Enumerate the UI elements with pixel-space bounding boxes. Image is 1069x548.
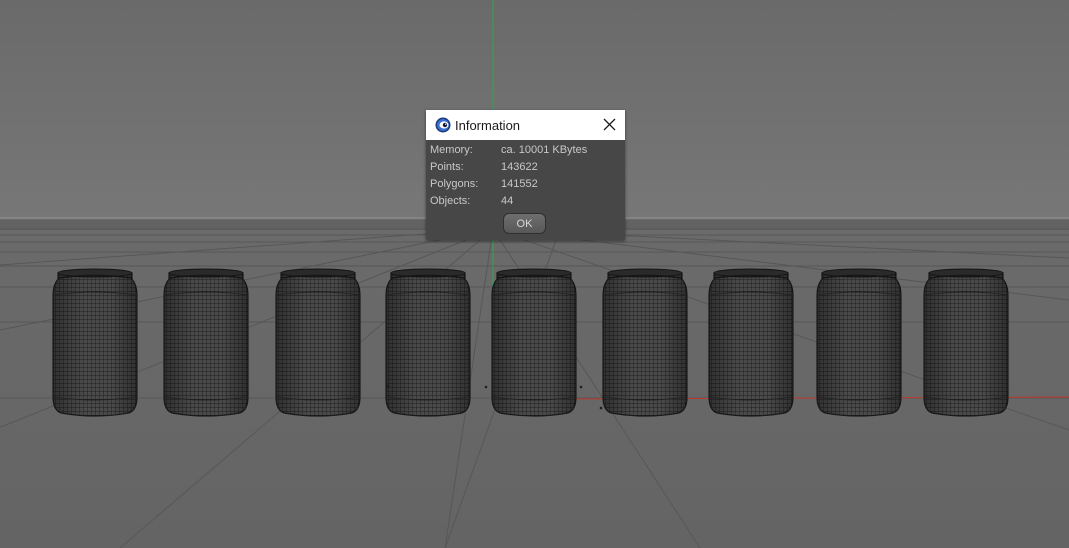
info-row-objects: Objects: 44 — [430, 195, 620, 210]
info-value: 143622 — [501, 161, 538, 173]
dialog-titlebar[interactable]: Information — [426, 110, 625, 140]
can-object[interactable] — [816, 268, 902, 417]
close-button[interactable] — [594, 110, 625, 140]
dialog-title: Information — [455, 118, 521, 133]
info-row-polygons: Polygons: 141552 — [430, 178, 620, 193]
info-row-points: Points: 143622 — [430, 161, 620, 176]
cinema4d-icon — [435, 117, 451, 133]
can-object[interactable] — [923, 268, 1009, 417]
info-label: Polygons: — [430, 178, 479, 190]
info-label: Points: — [430, 161, 464, 173]
can-object[interactable] — [385, 268, 471, 417]
info-value: 44 — [501, 195, 514, 207]
ok-button[interactable]: OK — [503, 213, 546, 234]
can-object[interactable] — [275, 268, 361, 417]
can-object[interactable] — [52, 268, 138, 417]
info-label: Memory: — [430, 144, 473, 156]
can-object[interactable] — [491, 268, 577, 417]
info-value: 141552 — [501, 178, 538, 190]
can-row — [52, 268, 1009, 417]
info-value: ca. 10001 KBytes — [501, 144, 588, 156]
can-object[interactable] — [602, 268, 688, 417]
close-icon — [603, 118, 616, 131]
can-object[interactable] — [163, 268, 249, 417]
information-dialog: Information Memory: ca. 10001 KBytes Poi… — [426, 110, 625, 240]
info-row-memory: Memory: ca. 10001 KBytes — [430, 144, 620, 159]
3d-viewport[interactable] — [0, 0, 1069, 548]
can-object[interactable] — [708, 268, 794, 417]
info-label: Objects: — [430, 195, 471, 207]
